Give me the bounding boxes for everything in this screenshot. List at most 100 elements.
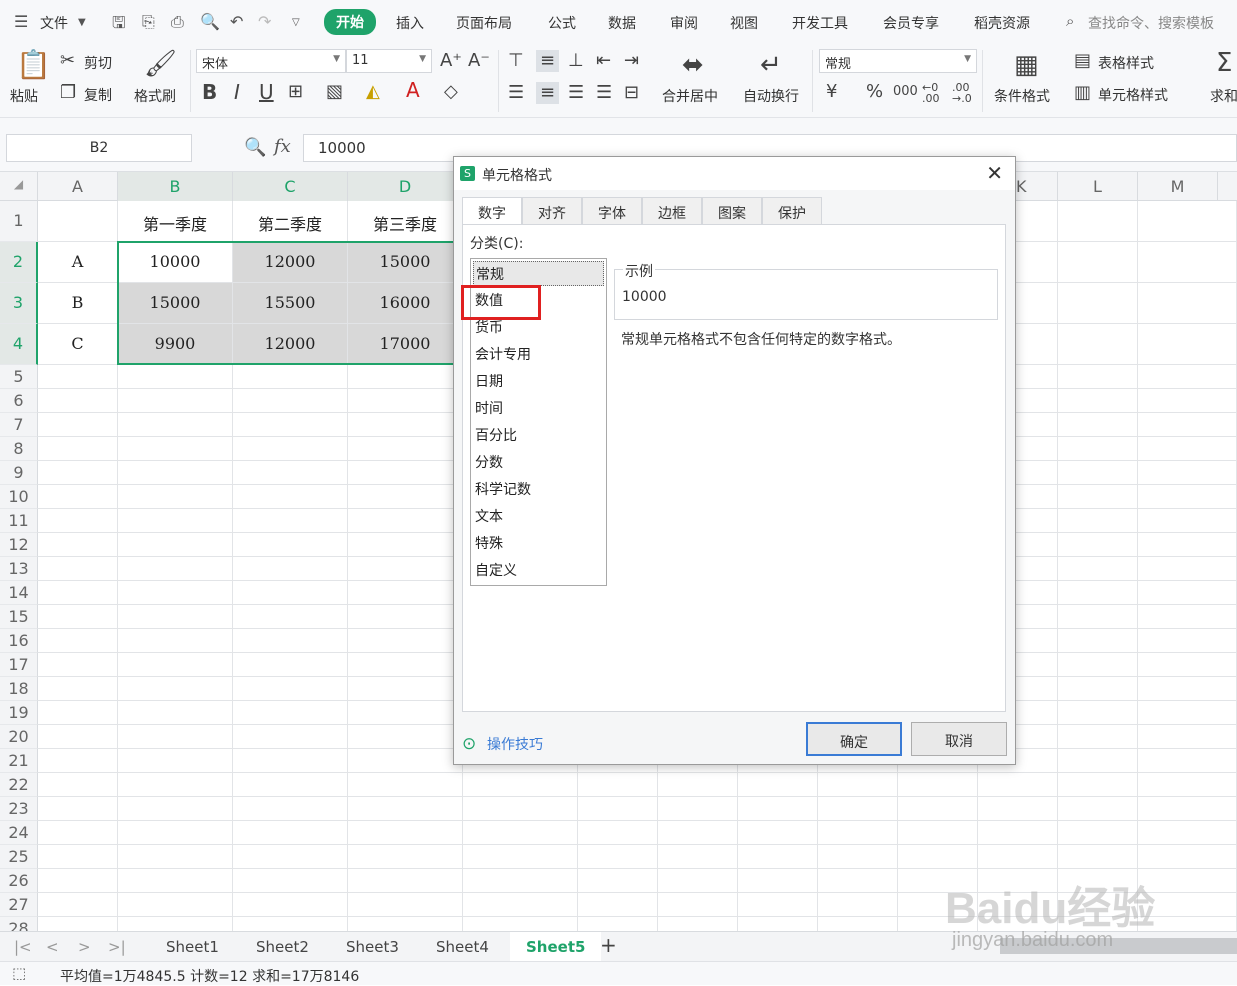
menu-page-layout[interactable]: 页面布局: [456, 13, 512, 33]
cell[interactable]: [738, 917, 818, 931]
cell[interactable]: [348, 533, 463, 557]
copy-icon[interactable]: ❐: [60, 84, 76, 102]
row-header[interactable]: 10: [0, 485, 38, 509]
col-header-a[interactable]: A: [38, 172, 118, 201]
tab-alignment[interactable]: 对齐: [522, 197, 582, 225]
cell[interactable]: [1138, 557, 1237, 581]
fill-color-icon[interactable]: ◭: [366, 83, 380, 101]
cell[interactable]: [38, 389, 118, 413]
cell[interactable]: [1058, 461, 1138, 485]
cell[interactable]: [233, 413, 348, 437]
hamburger-icon[interactable]: ☰: [14, 12, 28, 31]
decrease-font-icon[interactable]: A⁻: [468, 52, 490, 70]
undo-icon[interactable]: ↶: [230, 12, 243, 31]
indent-decrease-icon[interactable]: ⇤: [596, 52, 611, 70]
format-painter-icon[interactable]: 🖌: [144, 50, 177, 78]
first-sheet-icon[interactable]: |<: [14, 938, 32, 956]
cell[interactable]: [1058, 365, 1138, 389]
cell[interactable]: [1058, 201, 1138, 242]
row-header[interactable]: 9: [0, 461, 38, 485]
category-item[interactable]: 文本: [475, 506, 503, 526]
cell[interactable]: [818, 917, 898, 931]
category-item[interactable]: 特殊: [475, 533, 503, 553]
cell[interactable]: [118, 389, 233, 413]
cell[interactable]: [233, 653, 348, 677]
cell[interactable]: [1138, 605, 1237, 629]
cell[interactable]: [118, 773, 233, 797]
sum-button[interactable]: 求和: [1210, 86, 1237, 106]
value-cell[interactable]: 10000: [118, 242, 233, 283]
cell[interactable]: [118, 749, 233, 773]
cell[interactable]: [1058, 797, 1138, 821]
cell[interactable]: [1058, 701, 1138, 725]
cell[interactable]: [233, 389, 348, 413]
cell[interactable]: [348, 917, 463, 931]
category-item[interactable]: 常规: [473, 261, 604, 286]
cell[interactable]: [348, 581, 463, 605]
print-preview-icon[interactable]: 🔍: [200, 12, 220, 31]
cell[interactable]: [233, 701, 348, 725]
row-header[interactable]: 26: [0, 869, 38, 893]
cell[interactable]: [348, 365, 463, 389]
row-header[interactable]: 28: [0, 917, 38, 931]
cell[interactable]: [658, 773, 738, 797]
cell[interactable]: [233, 629, 348, 653]
category-item[interactable]: 自定义: [475, 560, 517, 580]
cell[interactable]: [1138, 533, 1237, 557]
cell[interactable]: [38, 893, 118, 917]
copy-button[interactable]: 复制: [84, 85, 112, 105]
cell[interactable]: [38, 201, 118, 242]
cell[interactable]: [818, 893, 898, 917]
cell[interactable]: [578, 869, 658, 893]
cell[interactable]: [1058, 821, 1138, 845]
cell[interactable]: [233, 749, 348, 773]
row-header[interactable]: 19: [0, 701, 38, 725]
paste-icon[interactable]: 📋: [16, 50, 51, 80]
cell[interactable]: [1058, 845, 1138, 869]
cell[interactable]: [1138, 653, 1237, 677]
cell[interactable]: [1058, 677, 1138, 701]
fx-icon[interactable]: fx: [274, 136, 291, 157]
cell[interactable]: [118, 725, 233, 749]
select-all-corner[interactable]: ◢: [0, 172, 38, 201]
cell[interactable]: [1058, 749, 1138, 773]
cell[interactable]: [1138, 242, 1237, 283]
cell[interactable]: [233, 437, 348, 461]
cell[interactable]: [38, 557, 118, 581]
sheet-tab-4[interactable]: Sheet4: [436, 938, 489, 956]
cell[interactable]: [348, 677, 463, 701]
cell[interactable]: [978, 773, 1058, 797]
cell[interactable]: [818, 869, 898, 893]
merge-icon[interactable]: ⬌: [682, 52, 704, 78]
conditional-format-icon[interactable]: ▦: [1014, 52, 1039, 78]
row-header[interactable]: 4: [0, 324, 38, 365]
cell[interactable]: [118, 437, 233, 461]
align-right-icon[interactable]: ☰: [568, 84, 584, 102]
cell[interactable]: [38, 485, 118, 509]
wrap-text-icon[interactable]: ↵: [760, 52, 782, 78]
decrease-decimal-icon[interactable]: .00 →.0: [952, 82, 972, 104]
cell[interactable]: [1138, 677, 1237, 701]
cell[interactable]: [348, 893, 463, 917]
cell[interactable]: [118, 557, 233, 581]
value-cell[interactable]: 15500: [233, 283, 348, 324]
number-format-select[interactable]: 常规 ▼: [819, 49, 977, 73]
cell[interactable]: [1138, 389, 1237, 413]
cell[interactable]: [38, 629, 118, 653]
row-header[interactable]: 7: [0, 413, 38, 437]
menu-formula[interactable]: 公式: [548, 13, 576, 33]
cell[interactable]: [658, 845, 738, 869]
cell[interactable]: [1138, 324, 1237, 365]
menu-developer[interactable]: 开发工具: [792, 13, 848, 33]
wrap-text-button[interactable]: 自动换行: [743, 86, 799, 106]
value-cell[interactable]: 15000: [348, 242, 463, 283]
cell[interactable]: [658, 797, 738, 821]
cell[interactable]: [463, 893, 578, 917]
fill-style-icon[interactable]: ▧: [326, 83, 343, 101]
row-header[interactable]: 11: [0, 509, 38, 533]
value-cell[interactable]: 16000: [348, 283, 463, 324]
cell[interactable]: [898, 821, 978, 845]
category-list[interactable]: 常规 数值 货币 会计专用 日期 时间 百分比 分数 科学记数 文本 特殊 自定义: [461, 258, 607, 586]
cell[interactable]: [578, 917, 658, 931]
menu-data[interactable]: 数据: [608, 13, 636, 33]
